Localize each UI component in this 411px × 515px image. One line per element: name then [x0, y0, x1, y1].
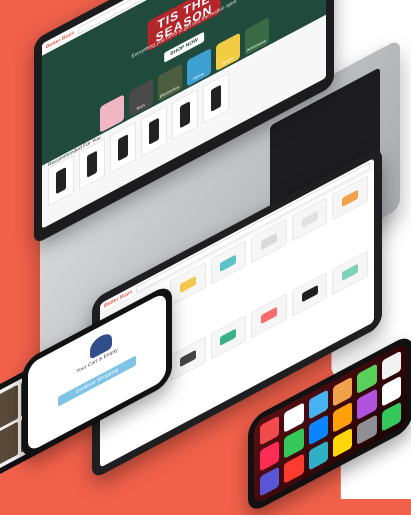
phone-image [56, 166, 66, 195]
product-card[interactable] [203, 72, 229, 125]
phone-image [342, 263, 359, 281]
phone-image [179, 275, 196, 293]
phone-image [87, 150, 97, 178]
image-tile[interactable] [0, 420, 18, 475]
product-card[interactable] [110, 121, 136, 174]
device-mockup-scene: MacBook Pro Better Buys 🛒 TIS THE SEASON… [0, 0, 411, 515]
phone-image [220, 253, 237, 272]
phone-image [260, 232, 277, 250]
product-card[interactable] [210, 314, 247, 360]
phone-image [342, 188, 359, 207]
phone-image [149, 117, 159, 145]
product-card[interactable] [332, 249, 368, 295]
phone-image [180, 101, 190, 129]
product-card[interactable] [291, 271, 328, 317]
app-icon[interactable] [284, 453, 304, 484]
phone-image [301, 285, 318, 303]
app-icon[interactable] [357, 414, 377, 445]
phone-image [118, 134, 128, 162]
app-icon[interactable] [333, 427, 353, 458]
product-card[interactable] [251, 292, 287, 338]
app-icon[interactable] [308, 440, 328, 471]
phone-image [260, 306, 277, 325]
phone-image [301, 210, 318, 229]
app-icon[interactable] [381, 401, 401, 432]
phone-image [211, 84, 221, 112]
product-card[interactable] [172, 88, 198, 141]
app-icon[interactable] [260, 465, 280, 497]
product-card[interactable] [141, 105, 167, 158]
phone-image [179, 349, 196, 368]
phone-image [220, 328, 237, 346]
product-card[interactable] [170, 336, 206, 382]
